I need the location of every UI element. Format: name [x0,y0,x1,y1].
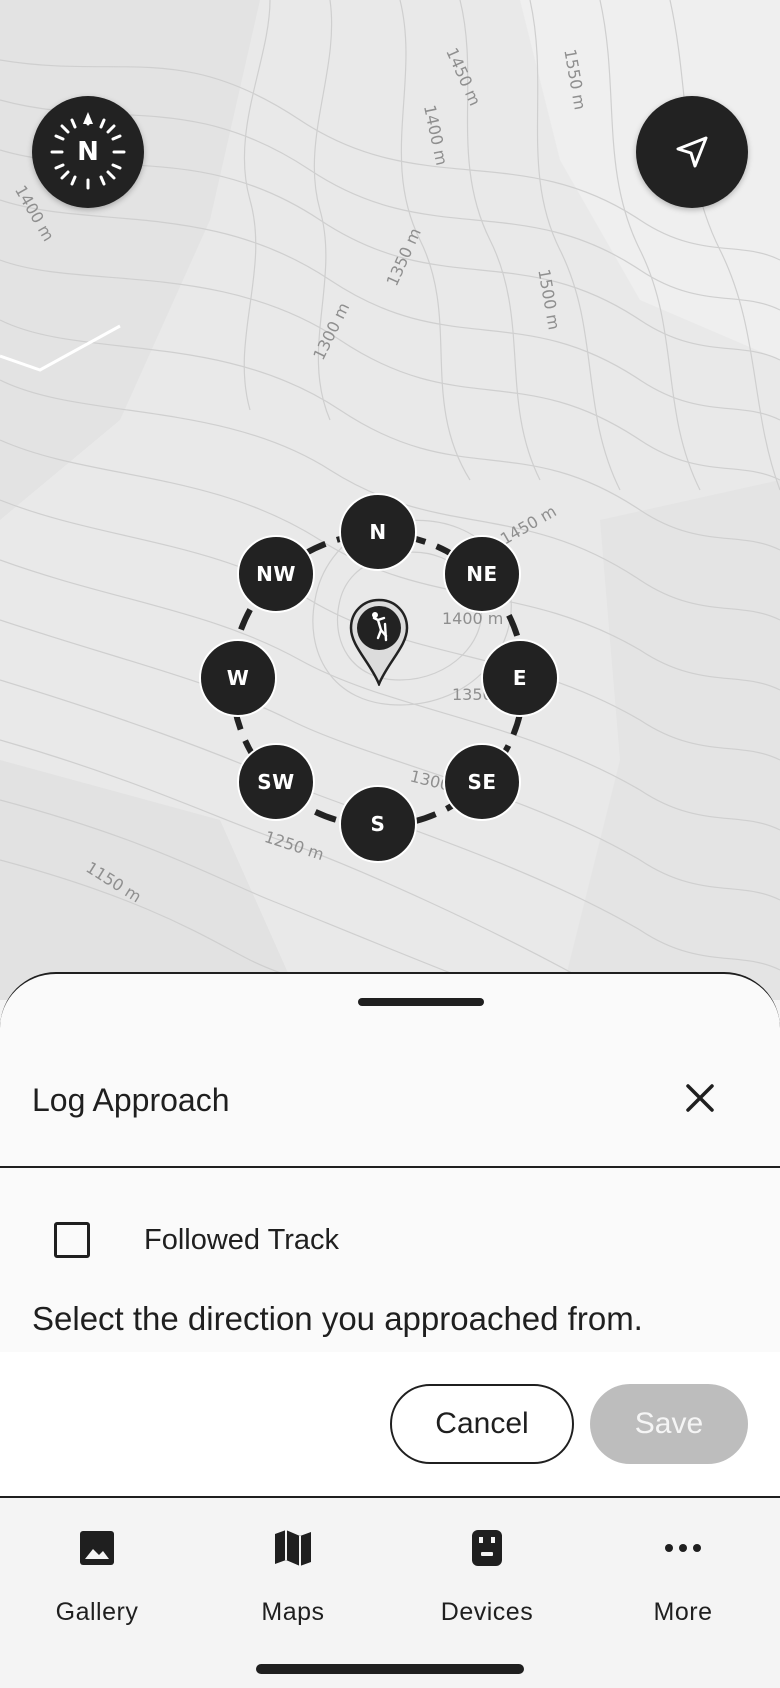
direction-w-button[interactable]: W [199,639,277,717]
nav-label-gallery: Gallery [55,1598,139,1626]
home-indicator [256,1664,524,1674]
close-icon [686,1084,714,1112]
close-button[interactable] [676,1074,724,1122]
direction-e-button[interactable]: E [481,639,559,717]
sheet-action-bar: Cancel Save [0,1352,780,1496]
nav-item-gallery[interactable]: Gallery [22,1526,172,1636]
nav-item-devices[interactable]: Devices [412,1526,562,1636]
nav-label-maps: Maps [261,1598,325,1626]
save-button[interactable]: Save [590,1384,748,1464]
nav-label-more: More [653,1598,713,1626]
map-icon [271,1526,315,1570]
sheet-title: Log Approach [32,1082,230,1118]
sheet-divider [0,1166,780,1168]
sheet-drag-handle[interactable] [358,998,484,1006]
nav-label-devices: Devices [440,1598,534,1626]
locate-button[interactable] [636,96,748,208]
nav-item-more[interactable]: More [608,1526,758,1636]
direction-n-button[interactable]: N [339,493,417,571]
instruction-text: Select the direction you approached from… [32,1300,643,1337]
cancel-button[interactable]: Cancel [390,1384,574,1464]
direction-ne-button[interactable]: NE [443,535,521,613]
followed-track-checkbox[interactable] [54,1222,90,1258]
followed-track-label[interactable]: Followed Track [144,1224,339,1257]
bottom-nav: Gallery Maps Devices More [0,1496,780,1688]
map-view[interactable]: 1450 m 1550 m 1400 m 1400 m 1350 m 1500 … [0,0,780,1000]
navigation-arrow-icon [676,136,708,168]
direction-s-button[interactable]: S [339,785,417,863]
climber-pin-icon [349,598,409,686]
direction-nw-button[interactable]: NW [237,535,315,613]
direction-sw-button[interactable]: SW [237,743,315,821]
direction-se-button[interactable]: SE [443,743,521,821]
compass-button[interactable]: N [32,96,144,208]
compass-north-label: N [77,137,99,167]
image-icon [75,1526,119,1570]
more-icon [661,1526,705,1570]
device-icon [465,1526,509,1570]
nav-item-maps[interactable]: Maps [218,1526,368,1636]
